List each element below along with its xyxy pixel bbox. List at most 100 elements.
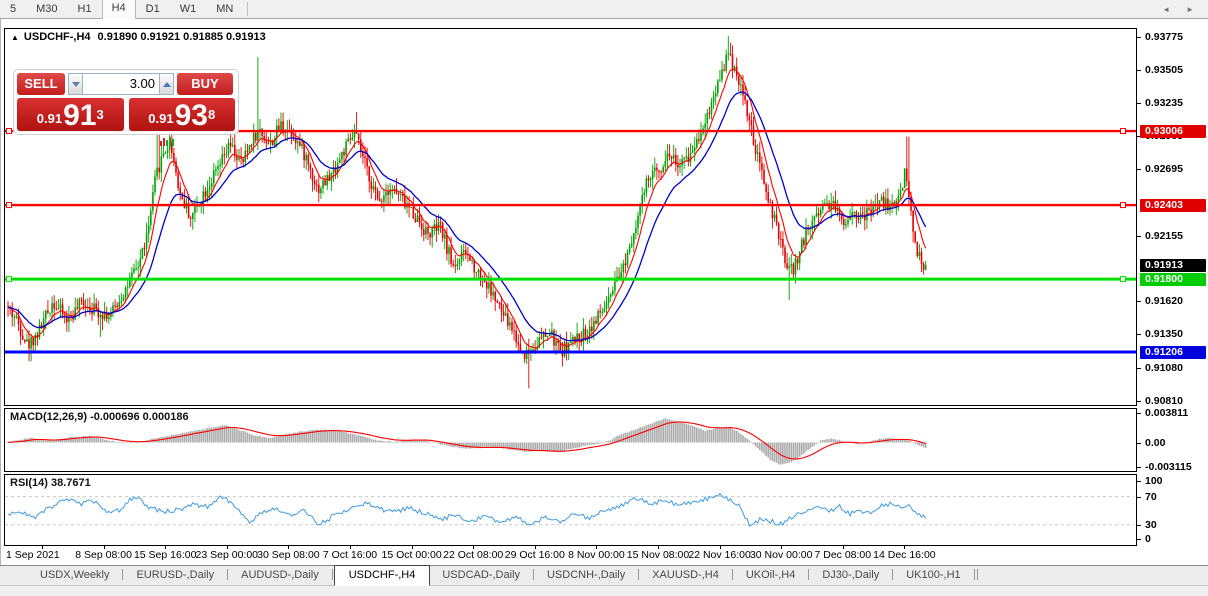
rsi-chart-canvas[interactable] [5, 475, 1134, 543]
axis-tick-mark [1137, 301, 1141, 302]
axis-tick-mark [1137, 236, 1141, 237]
axis-tick-mark [1137, 334, 1141, 335]
buy-price-prefix: 0.91 [148, 109, 173, 129]
rsi-line [8, 494, 926, 526]
collapse-triangle-icon[interactable]: ▲ [11, 33, 19, 42]
price-badge-resistance-line: 0.93006 [1140, 125, 1206, 138]
window-edge [0, 0, 1, 595]
tab-separator [892, 569, 893, 580]
sell-button[interactable]: SELL [17, 73, 65, 95]
symbol-title: USDCHF-,H4 [24, 31, 91, 43]
axis-tick-label: 0.93775 [1145, 31, 1183, 43]
one-click-trading-panel: SELL 3.00 BUY 0.91913 0.91938 [13, 69, 239, 135]
buy-button[interactable]: BUY [177, 73, 233, 95]
rsi-label: RSI(14) 38.7671 [10, 477, 91, 489]
timeframe-button-h4[interactable]: H4 [102, 0, 136, 19]
timeframe-button-mn[interactable]: MN [206, 0, 243, 19]
date-label: 23 Sep 00:00 [196, 549, 258, 561]
price-badge-resistance-line: 0.92403 [1140, 199, 1206, 212]
date-label: 15 Oct 00:00 [382, 549, 442, 561]
timeframe-button-m30[interactable]: M30 [26, 0, 67, 19]
axis-tick-mark [1137, 525, 1141, 526]
volume-decrease-button[interactable] [68, 73, 83, 95]
timeframe-button-d1[interactable]: D1 [136, 0, 170, 19]
tick-chart-icon[interactable] [160, 136, 174, 146]
buy-price-sup: 8 [208, 98, 215, 132]
price-axis: 0.937750.935050.932350.929650.926950.921… [1137, 28, 1208, 547]
toolbar-separator [247, 2, 248, 16]
axis-tick-label: 70 [1145, 491, 1157, 503]
date-label: 30 Sep 08:00 [257, 549, 319, 561]
macd-indicator-panel[interactable]: MACD(12,26,9) -0.000696 0.000186 [4, 408, 1137, 472]
date-label: 7 Oct 16:00 [323, 549, 377, 561]
tab-separator [227, 569, 228, 580]
timeframe-button-h1[interactable]: H1 [68, 0, 102, 19]
chart-tab-xauusdh4[interactable]: XAUUSD-,H4 [640, 566, 731, 585]
tab-separator [638, 569, 639, 580]
axis-tick-label: 0.93505 [1145, 64, 1183, 76]
axis-tick-label: 0.91080 [1145, 362, 1183, 374]
sell-price-prefix: 0.91 [37, 109, 62, 129]
chart-tab-uk100h1[interactable]: UK100-,H1 [894, 566, 972, 585]
tab-separator [808, 569, 809, 580]
tab-scroll-buttons: ◄ ► [1162, 5, 1194, 14]
axis-tick-mark [1137, 70, 1141, 71]
axis-tick-mark [1137, 368, 1141, 369]
tab-separator [974, 569, 975, 580]
date-label: 30 Nov 00:00 [750, 549, 812, 561]
date-label: 8 Nov 00:00 [568, 549, 625, 561]
axis-tick-mark [1137, 401, 1141, 402]
tab-separator [533, 569, 534, 580]
date-label: 7 Dec 08:00 [814, 549, 871, 561]
axis-tick-label: 0.92695 [1145, 163, 1183, 175]
tab-separator [332, 569, 333, 580]
axis-tick-mark [1137, 467, 1141, 468]
rsi-indicator-panel[interactable]: RSI(14) 38.7671 [4, 474, 1137, 546]
date-label: 15 Nov 08:00 [627, 549, 689, 561]
volume-stepper: 3.00 [68, 73, 174, 95]
timeframe-button-w1[interactable]: W1 [170, 0, 207, 19]
axis-tick-label: 0.90810 [1145, 395, 1183, 407]
chart-tab-usdxweekly[interactable]: USDX,Weekly [28, 566, 121, 585]
sell-price-display[interactable]: 0.91913 [17, 98, 124, 131]
axis-tick-label: 0.003811 [1145, 407, 1188, 419]
volume-input[interactable]: 3.00 [83, 73, 159, 95]
date-label: 29 Oct 16:00 [505, 549, 565, 561]
chart-tab-usdcaddaily[interactable]: USDCAD-,Daily [430, 566, 532, 585]
axis-tick-label: -0.003115 [1145, 461, 1192, 473]
tab-scroll-left-icon[interactable]: ◄ [1162, 5, 1170, 14]
date-label: 14 Dec 16:00 [873, 549, 935, 561]
buy-price-big: 93 [175, 103, 208, 129]
chevron-up-icon [163, 82, 171, 87]
date-axis: 1 Sep 20218 Sep 08:0015 Sep 16:0023 Sep … [4, 546, 1137, 564]
symbol-info-bar: ▲ USDCHF-,H4 0.91890 0.91921 0.91885 0.9… [11, 31, 266, 43]
chart-tab-usdchfh4[interactable]: USDCHF-,H4 [334, 565, 431, 586]
tab-separator [732, 569, 733, 580]
chart-tab-ukoilh4[interactable]: UKOil-,H4 [734, 566, 808, 585]
axis-tick-label: 0.92155 [1145, 230, 1183, 242]
sell-price-big: 91 [63, 103, 96, 129]
volume-increase-button[interactable] [159, 73, 174, 95]
tab-scroll-right-icon[interactable]: ► [1186, 5, 1194, 14]
axis-tick-label: 0.91350 [1145, 328, 1183, 340]
axis-tick-mark [1137, 169, 1141, 170]
chart-tab-dj30daily[interactable]: DJ30-,Daily [810, 566, 891, 585]
axis-tick-mark [1137, 103, 1141, 104]
chevron-down-icon [72, 82, 80, 87]
sell-price-sup: 3 [96, 98, 103, 132]
status-strip [0, 585, 1208, 596]
axis-tick-mark [1137, 539, 1141, 540]
buy-price-display[interactable]: 0.91938 [129, 98, 236, 131]
timeframe-button-5[interactable]: 5 [0, 0, 26, 19]
axis-tick-mark [1137, 481, 1141, 482]
date-label: 22 Nov 16:00 [688, 549, 750, 561]
chart-tab-audusddaily[interactable]: AUDUSD-,Daily [229, 566, 331, 585]
axis-tick-mark [1137, 37, 1141, 38]
chart-tab-usdcnhdaily[interactable]: USDCNH-,Daily [535, 566, 637, 585]
macd-signal-line [8, 422, 926, 459]
chart-tab-eurusddaily[interactable]: EURUSD-,Daily [124, 566, 226, 585]
chart-tab-bar: USDX,WeeklyEURUSD-,DailyAUDUSD-,DailyUSD… [0, 565, 1208, 585]
date-label: 8 Sep 08:00 [75, 549, 132, 561]
tab-separator [122, 569, 123, 580]
main-chart-panel[interactable]: ▲ USDCHF-,H4 0.91890 0.91921 0.91885 0.9… [4, 28, 1137, 406]
